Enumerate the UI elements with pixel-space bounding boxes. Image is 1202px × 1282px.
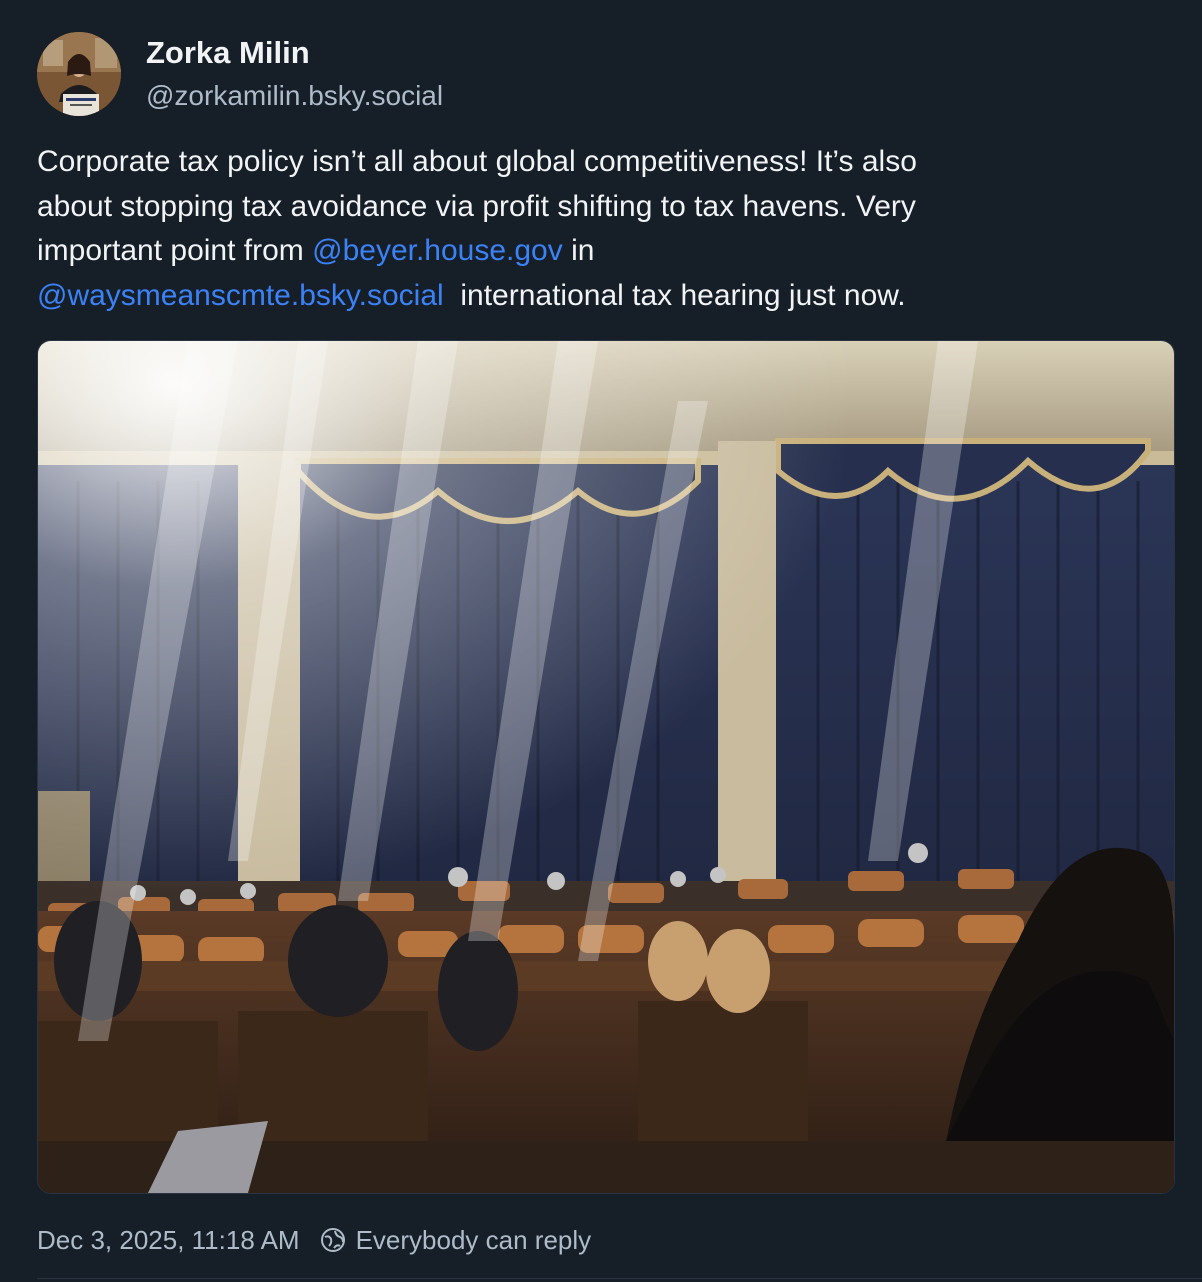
post-text-line: about stopping tax avoidance via profit … (37, 185, 1157, 230)
post-timestamp[interactable]: Dec 3, 2025, 11:18 AM (37, 1225, 300, 1256)
post-text-segment: in (562, 234, 595, 267)
author-handle[interactable]: @zorkamilin.bsky.social (146, 80, 443, 112)
reply-setting-label: Everybody can reply (355, 1224, 592, 1255)
post-image[interactable] (37, 340, 1175, 1194)
post-thread-item: Zorka Milin @zorkamilin.bsky.social Corp… (0, 0, 1202, 1282)
mention-link[interactable]: @waysmeanscmte.bsky.social (37, 279, 444, 312)
post-text: Corporate tax policy isn’t all about glo… (37, 140, 1157, 318)
post-text-line: important point from @beyer.house.gov in (37, 229, 1157, 274)
post-meta: Dec 3, 2025, 11:18 AM Everybody can repl… (37, 1222, 591, 1258)
post-text-segment: Corporate tax policy isn’t all about glo… (37, 145, 917, 178)
post-text-segment: important point from (37, 234, 313, 267)
hearing-room-photo (38, 341, 1174, 1193)
post-text-segment: about stopping tax avoidance via profit … (37, 189, 916, 223)
author-display-name[interactable]: Zorka Milin (146, 35, 310, 71)
divider (37, 1278, 1202, 1279)
avatar-image (37, 32, 121, 116)
mention-link[interactable]: @beyer.house.gov (312, 234, 563, 267)
post-text-line: Corporate tax policy isn’t all about glo… (37, 140, 1157, 185)
reply-setting[interactable]: Everybody can reply (320, 1224, 592, 1256)
post-text-line: @waysmeanscmte.bsky.social international… (37, 274, 1157, 319)
post-text-segment: international tax hearing just now. (443, 278, 906, 312)
author-avatar[interactable] (37, 32, 121, 116)
globe-icon (320, 1227, 346, 1253)
